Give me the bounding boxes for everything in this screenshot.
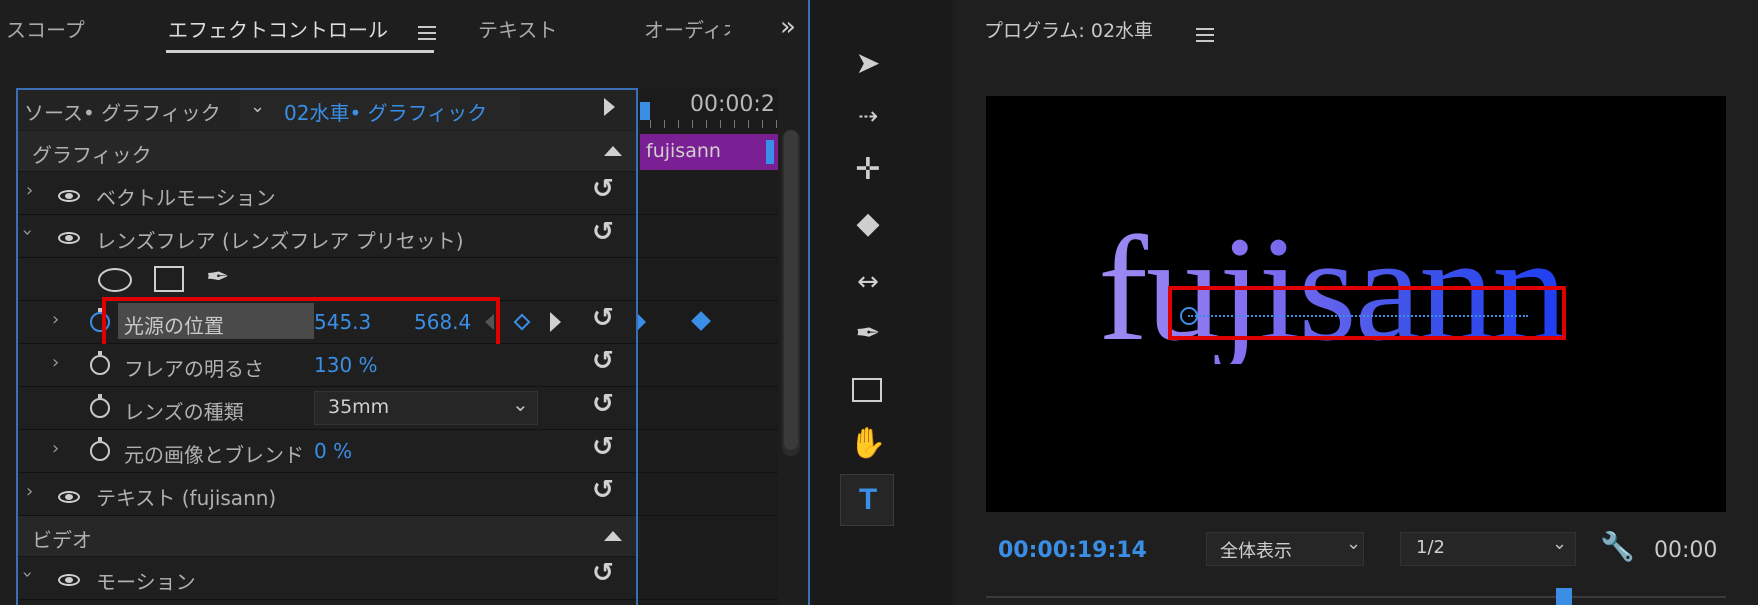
- tab-text[interactable]: テキスト: [478, 14, 557, 43]
- collapse-icon[interactable]: ›: [17, 571, 38, 578]
- reset-icon[interactable]: ↺: [592, 303, 614, 333]
- expand-icon[interactable]: ›: [52, 438, 59, 459]
- ripple-edit-tool-icon[interactable]: ✛: [848, 150, 888, 190]
- row-motion-timeline: [638, 557, 778, 600]
- clip-end-handle[interactable]: [766, 140, 774, 164]
- zoom-value: 全体表示: [1220, 541, 1292, 562]
- selection-tool-icon[interactable]: ➤: [848, 44, 888, 84]
- row-vector-motion-timeline: [638, 172, 778, 215]
- expand-icon[interactable]: ›: [26, 481, 33, 502]
- tab-audio[interactable]: オーディオ: [644, 14, 730, 43]
- stopwatch-icon[interactable]: [90, 351, 110, 375]
- clip-label: fujisann: [646, 140, 721, 162]
- reset-icon[interactable]: ↺: [592, 346, 614, 376]
- flare-brightness-label: フレアの明るさ: [124, 357, 264, 381]
- wrench-icon[interactable]: 🔧: [1600, 530, 1635, 563]
- collapse-up-icon[interactable]: [604, 531, 622, 541]
- pen-mask-icon[interactable]: ✒: [206, 260, 229, 293]
- lens-type-label: レンズの種類: [124, 400, 244, 424]
- type-tool-icon: T: [858, 483, 878, 516]
- reset-icon[interactable]: ↺: [592, 432, 614, 462]
- eye-icon[interactable]: [58, 190, 80, 202]
- row-lens-flare-timeline: [638, 215, 778, 258]
- next-keyframe-icon[interactable]: [550, 312, 561, 332]
- panel-menu-icon[interactable]: [1196, 28, 1214, 42]
- reset-icon[interactable]: ↺: [592, 217, 614, 247]
- row-text-timeline: [638, 473, 778, 516]
- play-arrow-icon[interactable]: [604, 98, 615, 116]
- scrollbar-thumb[interactable]: [784, 130, 798, 450]
- collapse-up-icon[interactable]: [604, 146, 622, 156]
- row-flare-brightness-timeline: [638, 344, 778, 387]
- chevron-down-icon: ⌄: [1552, 533, 1568, 554]
- rectangle-tool-icon[interactable]: [852, 378, 882, 402]
- row-blend-timeline: [638, 430, 778, 473]
- keyframe-marker[interactable]: [638, 314, 646, 330]
- flare-brightness-value[interactable]: 130 %: [314, 353, 378, 377]
- expand-icon[interactable]: ›: [52, 309, 59, 330]
- collapse-icon[interactable]: ›: [17, 229, 38, 236]
- motion-label: モーション: [96, 570, 196, 594]
- rectangle-mask-icon[interactable]: [154, 266, 184, 292]
- highlight-box-flare: [1168, 286, 1566, 340]
- source-label: ソース• グラフィック: [24, 101, 221, 125]
- lens-type-value: 35mm: [328, 396, 390, 418]
- tab-effect-controls[interactable]: エフェクトコントロール: [168, 14, 388, 43]
- chevron-down-icon: ⌄: [1346, 533, 1362, 554]
- resolution-value: 1/2: [1416, 537, 1445, 558]
- blend-label: 元の画像とブレンド: [124, 443, 304, 467]
- row-lens-type-timeline: [638, 387, 778, 430]
- eye-icon[interactable]: [58, 491, 80, 503]
- program-playhead-icon[interactable]: [1556, 588, 1572, 605]
- tabs-overflow-icon[interactable]: »: [780, 12, 796, 42]
- duration-timecode: 00:00: [1654, 538, 1718, 563]
- highlight-box-light-position: [102, 297, 500, 349]
- section-video[interactable]: [18, 516, 636, 557]
- slip-tool-icon[interactable]: ↔: [848, 262, 888, 302]
- expand-icon[interactable]: ›: [52, 352, 59, 373]
- pen-tool-icon[interactable]: ✒: [848, 314, 888, 354]
- program-timecode[interactable]: 00:00:19:14: [998, 538, 1147, 563]
- eye-icon[interactable]: [58, 574, 80, 586]
- track-select-tool-icon[interactable]: ⇢: [848, 96, 888, 136]
- razor-tool-icon[interactable]: ◆: [848, 204, 888, 244]
- stopwatch-icon[interactable]: [90, 394, 110, 418]
- section-graphic-label: グラフィック: [32, 143, 152, 167]
- source-dropdown-label: 02水車• グラフィック: [284, 101, 488, 125]
- expand-icon[interactable]: ›: [26, 180, 33, 201]
- program-scrub-bar[interactable]: [986, 596, 1726, 598]
- panel-menu-icon[interactable]: [418, 26, 436, 40]
- reset-icon[interactable]: ↺: [592, 389, 614, 419]
- eye-icon[interactable]: [58, 232, 80, 244]
- timeline-timecode: 00:00:2: [690, 92, 775, 117]
- program-title[interactable]: プログラム: 02水車: [984, 16, 1153, 43]
- tab-scope[interactable]: スコープ: [6, 14, 85, 43]
- playhead-icon[interactable]: [640, 102, 650, 120]
- stopwatch-icon[interactable]: [90, 437, 110, 461]
- row-mask-tools-timeline: [638, 258, 778, 301]
- text-layer-label: テキスト (fujisann): [96, 486, 277, 510]
- hand-tool-icon[interactable]: ✋: [848, 424, 888, 464]
- blend-value[interactable]: 0 %: [314, 439, 352, 463]
- active-tab-underline: [166, 50, 434, 53]
- section-video-label: ビデオ: [32, 528, 92, 552]
- chevron-down-icon: ⌄: [512, 392, 529, 416]
- reset-icon[interactable]: ↺: [592, 558, 614, 588]
- reset-icon[interactable]: ↺: [592, 475, 614, 505]
- ellipse-mask-icon[interactable]: [98, 268, 132, 292]
- chevron-down-icon: ⌄: [250, 96, 266, 117]
- lens-flare-label: レンズフレア (レンズフレア プリセット): [96, 229, 464, 253]
- vector-motion-label: ベクトルモーション: [96, 186, 276, 210]
- reset-icon[interactable]: ↺: [592, 174, 614, 204]
- timeline-ruler: [650, 120, 778, 128]
